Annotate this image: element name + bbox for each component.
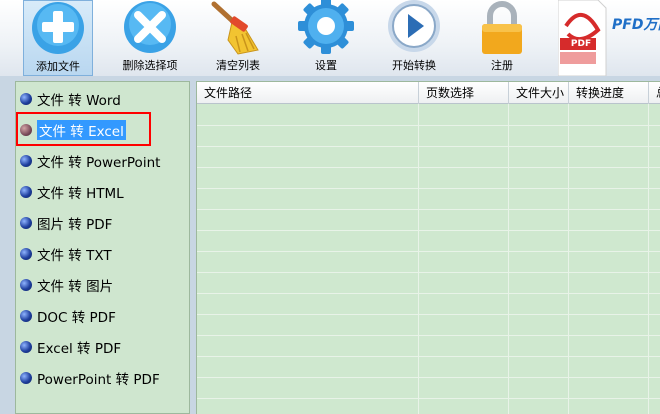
conv-item-file-to-txt[interactable]: 文件 转 TXT — [20, 243, 112, 265]
register-button[interactable]: 注册 — [474, 0, 530, 76]
start-convert-button[interactable]: 开始转换 — [382, 0, 446, 76]
bullet-icon — [20, 372, 32, 384]
conv-item-label: PowerPoint 转 PDF — [37, 372, 160, 388]
conv-item-label: 文件 转 图片 — [37, 279, 114, 295]
broom-icon — [211, 1, 259, 55]
grid-line — [197, 230, 660, 231]
conv-item-label: DOC 转 PDF — [37, 310, 116, 326]
grid-line — [197, 125, 660, 126]
brand-logo: PDF PFD万能 — [558, 0, 660, 76]
grid-line — [418, 104, 419, 414]
conv-item-label: 文件 转 Word — [37, 93, 121, 109]
grid-line — [197, 188, 660, 189]
grid-line — [508, 104, 509, 414]
column-header-file-size[interactable]: 文件大小 — [509, 82, 569, 104]
grid-line — [197, 251, 660, 252]
conv-item-excel-to-pdf[interactable]: Excel 转 PDF — [20, 336, 121, 358]
selection-highlight-box — [16, 112, 151, 146]
grid-line — [568, 104, 569, 414]
conv-item-label: 文件 转 TXT — [37, 248, 112, 264]
column-header-total[interactable]: 总 — [649, 82, 660, 104]
grid-line — [197, 209, 660, 210]
bullet-icon — [20, 186, 32, 198]
register-label: 注册 — [491, 59, 513, 72]
conv-item-label: 图片 转 PDF — [37, 217, 113, 233]
conv-item-label: 文件 转 PowerPoint — [37, 155, 161, 171]
add-file-label: 添加文件 — [36, 60, 80, 73]
grid-line — [197, 272, 660, 273]
bullet-icon — [20, 217, 32, 229]
settings-label: 设置 — [315, 59, 337, 72]
conv-item-file-to-html[interactable]: 文件 转 HTML — [20, 181, 124, 203]
pdf-logo-text: PDF — [570, 39, 592, 49]
conv-item-label: Excel 转 PDF — [37, 341, 122, 357]
gear-icon — [298, 0, 354, 54]
bullet-icon — [20, 155, 32, 167]
grid-line — [197, 167, 660, 168]
column-header-file-path[interactable]: 文件路径 — [197, 82, 419, 104]
start-convert-label: 开始转换 — [392, 59, 436, 72]
conv-item-file-to-powerpoint[interactable]: 文件 转 PowerPoint — [20, 150, 160, 172]
grid-line — [197, 356, 660, 357]
delete-x-icon — [124, 1, 176, 53]
conv-item-powerpoint-to-pdf[interactable]: PowerPoint 转 PDF — [20, 367, 160, 389]
grid-line — [197, 377, 660, 378]
column-header-page-selection[interactable]: 页数选择 — [419, 82, 509, 104]
conv-item-file-to-image[interactable]: 文件 转 图片 — [20, 274, 113, 296]
grid-line — [197, 398, 660, 399]
add-file-button[interactable]: 添加文件 — [23, 0, 93, 76]
clear-list-label: 清空列表 — [216, 59, 260, 72]
grid-line — [197, 335, 660, 336]
bullet-icon — [20, 279, 32, 291]
add-plus-icon — [32, 2, 84, 54]
settings-button[interactable]: 设置 — [296, 0, 356, 76]
conv-item-image-to-pdf[interactable]: 图片 转 PDF — [20, 212, 112, 234]
conv-item-doc-to-pdf[interactable]: DOC 转 PDF — [20, 305, 116, 327]
brand-title: PFD万能 — [612, 17, 660, 33]
table-header: 文件路径 页数选择 文件大小 转换进度 总 — [197, 82, 660, 104]
column-header-progress[interactable]: 转换进度 — [569, 82, 649, 104]
bullet-icon — [20, 248, 32, 260]
bullet-icon — [20, 93, 32, 105]
conv-item-label: 文件 转 HTML — [37, 186, 124, 202]
conv-item-file-to-word[interactable]: 文件 转 Word — [20, 88, 121, 110]
bullet-icon — [20, 310, 32, 322]
clear-list-button[interactable]: 清空列表 — [206, 0, 270, 76]
grid-line — [648, 104, 649, 414]
grid-line — [197, 146, 660, 147]
grid-line — [197, 314, 660, 315]
file-table[interactable]: 文件路径 页数选择 文件大小 转换进度 总 — [196, 81, 660, 414]
delete-selected-button[interactable]: 删除选择项 — [114, 0, 186, 76]
grid-line — [197, 293, 660, 294]
play-icon — [388, 0, 440, 52]
lock-icon — [482, 1, 522, 54]
delete-selected-label: 删除选择项 — [122, 59, 178, 72]
bullet-icon — [20, 341, 32, 353]
toolbar: 添加文件 删除选择项 清空列表 设置 开始转换 注册 PDF PFD万 — [0, 0, 660, 76]
